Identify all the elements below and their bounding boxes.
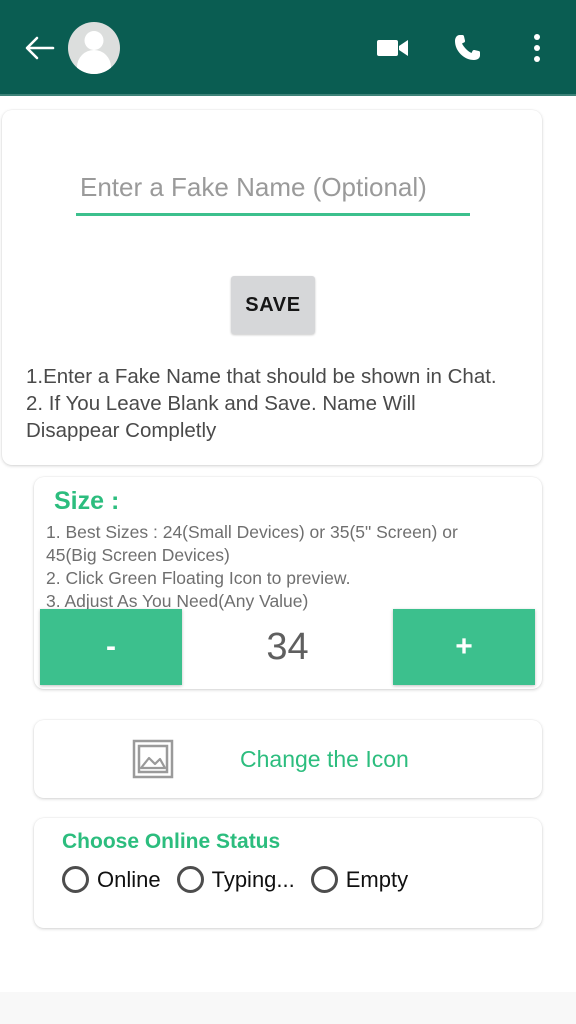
fake-name-input[interactable] — [76, 172, 470, 216]
contact-avatar[interactable] — [68, 22, 120, 74]
size-decrement-button[interactable]: - — [40, 609, 182, 685]
back-arrow-icon[interactable] — [22, 31, 56, 65]
save-button[interactable]: SAVE — [231, 276, 315, 334]
menu-dot — [534, 56, 540, 62]
three-dots-menu-icon[interactable] — [524, 34, 550, 62]
fake-name-input-wrapper — [76, 172, 470, 216]
online-status-card: Choose Online Status Online Typing... Em… — [34, 818, 542, 928]
online-status-title: Choose Online Status — [62, 830, 281, 853]
status-option-label: Online — [97, 866, 161, 892]
image-picture-icon — [132, 738, 174, 780]
app-bar — [0, 0, 576, 96]
change-icon-label: Change the Icon — [240, 745, 409, 772]
avatar-head-shape — [84, 31, 104, 50]
status-option-typing[interactable]: Typing... — [176, 866, 305, 893]
radio-button-icon[interactable] — [62, 866, 89, 893]
menu-dot — [534, 45, 540, 51]
change-icon-card[interactable]: Change the Icon — [34, 720, 542, 798]
radio-button-icon[interactable] — [310, 866, 338, 893]
size-value: 34 — [266, 625, 309, 668]
video-camera-icon[interactable] — [376, 31, 410, 65]
radio-button-icon[interactable] — [176, 866, 204, 893]
fake-name-card: SAVE 1.Enter a Fake Name that should be … — [2, 110, 542, 465]
status-option-empty[interactable]: Empty — [310, 866, 418, 893]
size-card-title: Size : — [54, 487, 120, 515]
online-status-radio-group: Online Typing... Empty — [62, 866, 542, 893]
size-stepper: - 34 + — [34, 609, 542, 685]
status-option-label: Empty — [345, 866, 409, 892]
phone-icon[interactable] — [450, 31, 484, 65]
avatar-body-shape — [77, 50, 111, 74]
size-card-help-text: 1. Best Sizes : 24(Small Devices) or 35(… — [46, 522, 458, 611]
bottom-navigation-strip — [0, 992, 576, 1024]
fake-name-help-text: 1.Enter a Fake Name that should be shown… — [26, 365, 497, 442]
menu-dot — [534, 34, 540, 40]
status-option-label: Typing... — [211, 866, 295, 892]
status-option-online[interactable]: Online — [62, 866, 171, 893]
app-bar-actions — [376, 31, 554, 65]
size-card: Size : 1. Best Sizes : 24(Small Devices)… — [34, 477, 542, 689]
size-increment-button[interactable]: + — [393, 609, 535, 685]
